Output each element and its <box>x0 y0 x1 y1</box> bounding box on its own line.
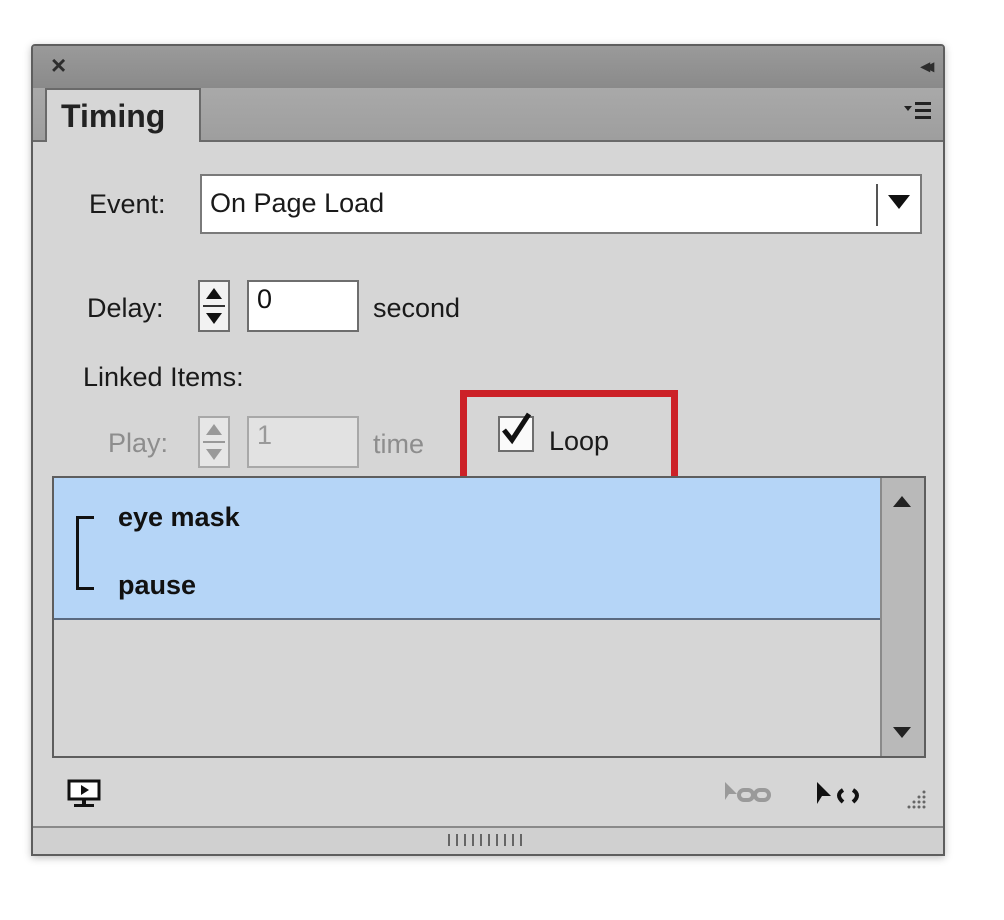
event-select[interactable]: On Page Load <box>200 174 922 234</box>
link-bracket-icon <box>76 516 94 590</box>
chevron-down-icon[interactable] <box>888 195 910 209</box>
delay-unit-label: second <box>373 293 461 323</box>
scroll-up-icon[interactable] <box>893 496 911 507</box>
panel-tabbar: Timing <box>33 88 943 142</box>
resize-grip-icon[interactable] <box>905 788 927 810</box>
event-label: Event: <box>89 189 166 219</box>
stepper-up-icon[interactable] <box>206 288 222 299</box>
play-stepper[interactable] <box>198 416 230 468</box>
unlink-icon[interactable] <box>723 780 777 810</box>
stepper-down-icon[interactable] <box>206 449 222 460</box>
delay-input[interactable]: 0 <box>247 280 359 332</box>
panel-bottom-bar <box>33 826 943 854</box>
stepper-down-icon[interactable] <box>206 313 222 324</box>
stepper-up-icon[interactable] <box>206 424 222 435</box>
timing-panel: × ◂◂ Timing Event: On Page Load Delay: 0… <box>31 44 945 856</box>
list-item[interactable]: pause <box>118 570 196 601</box>
linked-items-list[interactable]: eye mask pause <box>52 476 926 758</box>
stepper-divider <box>203 441 225 443</box>
stepper-divider <box>203 305 225 307</box>
event-select-value: On Page Load <box>210 188 385 218</box>
select-divider <box>876 184 878 226</box>
close-icon[interactable]: × <box>51 52 66 78</box>
play-input[interactable]: 1 <box>247 416 359 468</box>
play-label: Play: <box>108 428 169 458</box>
play-unit-label: time <box>373 429 425 459</box>
linked-group-row[interactable]: eye mask pause <box>54 478 881 620</box>
scroll-down-icon[interactable] <box>893 727 911 738</box>
list-item[interactable]: eye mask <box>118 502 240 533</box>
list-scrollbar[interactable] <box>880 478 924 756</box>
linked-items-label: Linked Items: <box>83 362 244 392</box>
delay-stepper[interactable] <box>198 280 230 332</box>
panel-titlebar: × ◂◂ <box>33 46 943 89</box>
delay-label: Delay: <box>87 293 164 323</box>
preview-icon[interactable] <box>67 779 101 809</box>
panel-menu-icon[interactable] <box>903 96 933 126</box>
collapse-icon[interactable]: ◂◂ <box>921 56 934 77</box>
drag-handle-icon[interactable] <box>448 834 528 846</box>
tab-timing[interactable]: Timing <box>45 88 201 142</box>
link-icon[interactable] <box>815 780 875 810</box>
